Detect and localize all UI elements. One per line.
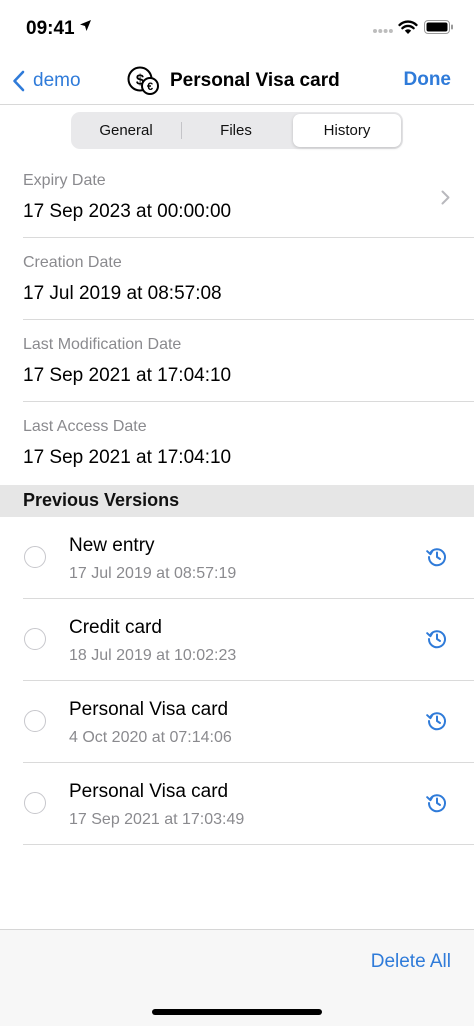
access-date-row: Last Access Date 17 Sep 2021 at 17:04:10 — [0, 402, 474, 485]
version-date: 4 Oct 2020 at 07:14:06 — [69, 729, 232, 746]
status-time: 09:41 — [26, 18, 75, 39]
field-value: 17 Sep 2021 at 17:04:10 — [23, 447, 232, 468]
field-label: Last Access Date — [23, 418, 147, 435]
modification-date-row: Last Modification Date 17 Sep 2021 at 17… — [0, 320, 474, 402]
field-label: Creation Date — [23, 254, 122, 271]
version-row[interactable]: Personal Visa card 17 Sep 2021 at 17:03:… — [0, 763, 474, 845]
dollar-euro-coins-icon: $ € — [127, 66, 159, 95]
version-date: 17 Jul 2019 at 08:57:19 — [69, 565, 237, 582]
tab-files[interactable]: Files — [181, 114, 291, 147]
version-date: 18 Jul 2019 at 10:02:23 — [69, 647, 237, 664]
field-value: 17 Sep 2021 at 17:04:10 — [23, 365, 232, 386]
clock-history-icon[interactable] — [426, 710, 448, 732]
home-indicator — [152, 1009, 322, 1015]
clock-history-icon[interactable] — [426, 628, 448, 650]
version-row[interactable]: New entry 17 Jul 2019 at 08:57:19 — [0, 517, 474, 599]
selection-radio[interactable] — [24, 792, 46, 814]
expiry-date-row[interactable]: Expiry Date 17 Sep 2023 at 00:00:00 — [0, 158, 474, 238]
done-button[interactable]: Done — [404, 69, 452, 91]
selection-radio[interactable] — [24, 628, 46, 650]
location-arrow-icon — [80, 20, 91, 31]
clock-history-icon[interactable] — [426, 792, 448, 814]
wifi-icon — [398, 20, 418, 34]
status-bar: 09:41 — [0, 0, 474, 58]
version-title: Personal Visa card — [69, 781, 229, 802]
chevron-right-icon — [441, 190, 450, 205]
delete-all-button[interactable]: Delete All — [371, 951, 451, 973]
cellular-signal-icon — [373, 29, 393, 33]
previous-versions-header: Previous Versions — [0, 485, 474, 517]
back-button[interactable]: demo — [12, 67, 81, 95]
row-separator — [23, 844, 474, 845]
version-row[interactable]: Personal Visa card 4 Oct 2020 at 07:14:0… — [0, 681, 474, 763]
svg-text:€: € — [147, 81, 153, 93]
field-value: 17 Sep 2023 at 00:00:00 — [23, 201, 232, 222]
tab-general[interactable]: General — [73, 114, 179, 147]
clock-history-icon[interactable] — [426, 546, 448, 568]
tab-segmented-control: General Files History — [71, 112, 403, 149]
nav-title-group: $ € Personal Visa card — [127, 65, 340, 96]
creation-date-row: Creation Date 17 Jul 2019 at 08:57:08 — [0, 238, 474, 320]
nav-title: Personal Visa card — [170, 69, 340, 91]
version-title: Credit card — [69, 617, 162, 638]
field-value: 17 Jul 2019 at 08:57:08 — [23, 283, 222, 304]
section-title: Previous Versions — [23, 490, 180, 510]
selection-radio[interactable] — [24, 710, 46, 732]
version-date: 17 Sep 2021 at 17:03:49 — [69, 811, 245, 828]
version-row[interactable]: Credit card 18 Jul 2019 at 10:02:23 — [0, 599, 474, 681]
field-label: Expiry Date — [23, 172, 106, 189]
field-label: Last Modification Date — [23, 336, 182, 353]
version-title: Personal Visa card — [69, 699, 229, 720]
battery-icon — [424, 20, 453, 34]
navigation-bar: demo $ € Personal Visa card Done — [0, 58, 474, 105]
selection-radio[interactable] — [24, 546, 46, 568]
chevron-left-icon — [13, 70, 25, 92]
version-title: New entry — [69, 535, 155, 556]
tab-history[interactable]: History — [293, 114, 401, 147]
back-label: demo — [33, 70, 81, 91]
